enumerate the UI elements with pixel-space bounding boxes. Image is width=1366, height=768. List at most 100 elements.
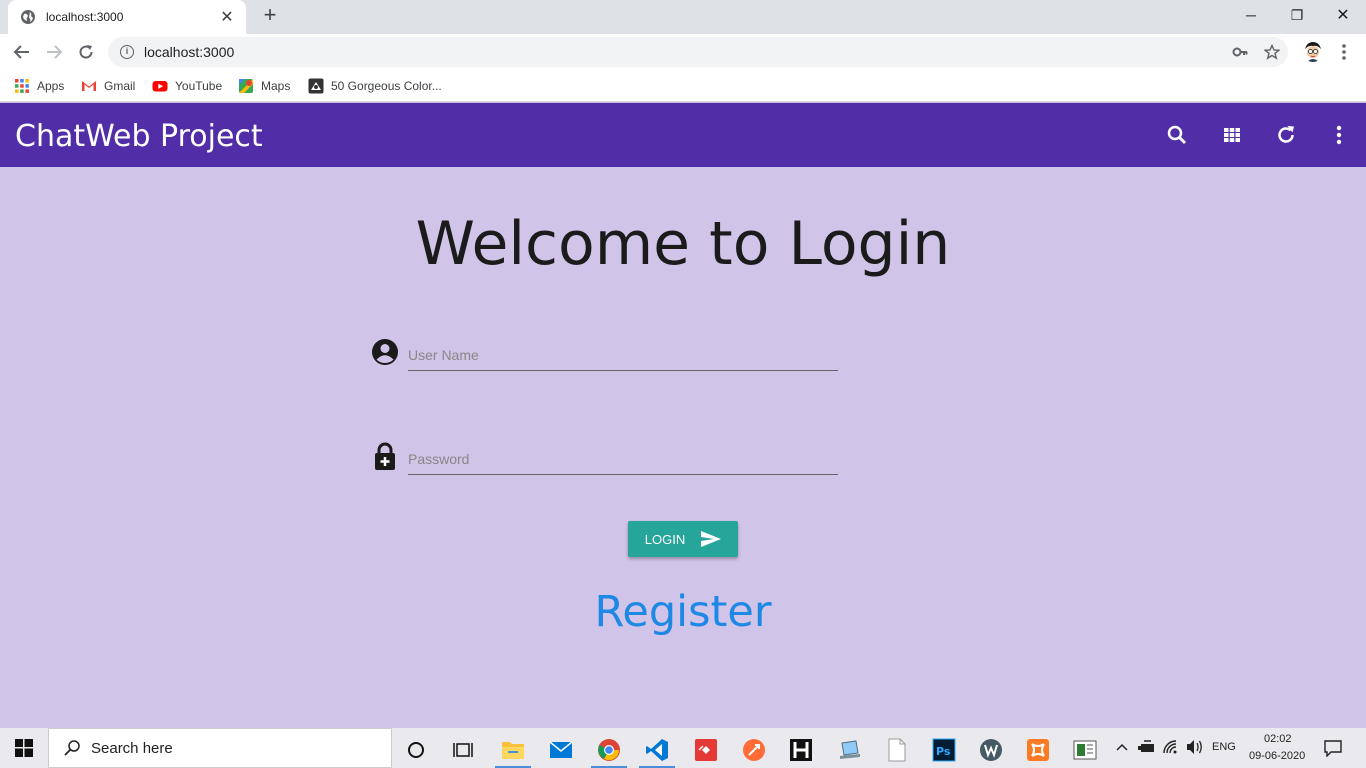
arrow-right-icon bbox=[47, 45, 63, 59]
taskbar-search[interactable]: Search here bbox=[48, 728, 392, 768]
minimize-button[interactable]: ─ bbox=[1228, 0, 1274, 30]
folder-icon bbox=[502, 742, 524, 759]
bookmarks-bar: Apps Gmail YouTube Maps 50 Gorgeous Colo… bbox=[0, 70, 1366, 102]
info-icon[interactable]: i bbox=[120, 45, 134, 59]
bookmark-label: Apps bbox=[37, 79, 65, 93]
maps-icon bbox=[239, 79, 253, 93]
taskbar-xampp[interactable] bbox=[1018, 732, 1058, 768]
bookmark-gmail[interactable]: Gmail bbox=[81, 77, 135, 95]
app-title[interactable]: ChatWeb Project bbox=[15, 119, 263, 154]
key-icon[interactable] bbox=[1232, 44, 1248, 60]
start-button[interactable] bbox=[0, 728, 48, 768]
site-icon bbox=[308, 78, 324, 94]
h-app-icon bbox=[790, 739, 812, 761]
wifi-icon[interactable] bbox=[1162, 739, 1180, 755]
forward-button[interactable] bbox=[42, 40, 66, 64]
app-bar: ChatWeb Project bbox=[0, 103, 1366, 167]
back-button[interactable] bbox=[10, 40, 34, 64]
bookmark-label: Maps bbox=[261, 79, 291, 93]
account-circle-icon bbox=[372, 339, 398, 365]
browser-tab-strip: localhost:3000 ✕ + ─ ❐ ✕ bbox=[0, 0, 1366, 34]
reload-button[interactable] bbox=[74, 40, 98, 64]
taskbar-chrome[interactable] bbox=[589, 732, 629, 768]
gmail-icon bbox=[82, 81, 96, 91]
vscode-icon bbox=[646, 739, 668, 761]
browser-toolbar: i localhost:3000 bbox=[0, 34, 1366, 70]
browser-tab[interactable]: localhost:3000 ✕ bbox=[8, 0, 246, 34]
cortana-icon bbox=[408, 742, 424, 758]
spreadsheet-icon bbox=[1073, 740, 1097, 760]
chrome-icon bbox=[598, 739, 620, 761]
task-view-icon bbox=[453, 743, 473, 757]
taskbar-mail[interactable] bbox=[541, 732, 581, 768]
taskbar-w-app[interactable] bbox=[971, 732, 1011, 768]
register-link[interactable]: Register bbox=[594, 587, 771, 637]
chevron-up-icon[interactable] bbox=[1116, 742, 1128, 752]
bookmark-maps[interactable]: Maps bbox=[238, 77, 290, 95]
language-indicator[interactable]: ENG bbox=[1212, 741, 1236, 753]
laptop-icon bbox=[840, 740, 860, 759]
url-text: localhost:3000 bbox=[144, 44, 235, 60]
login-button-label: LOGIN bbox=[644, 531, 686, 547]
search-icon[interactable] bbox=[1165, 123, 1189, 147]
bookmark-label: 50 Gorgeous Color... bbox=[331, 79, 442, 93]
password-field bbox=[370, 435, 840, 485]
tab-title: localhost:3000 bbox=[46, 10, 124, 24]
bookmark-youtube[interactable]: YouTube bbox=[152, 77, 222, 95]
postman-icon bbox=[743, 739, 765, 761]
taskbar-sheet-app[interactable] bbox=[1065, 732, 1105, 768]
cortana-button[interactable] bbox=[396, 732, 436, 768]
profile-avatar-icon[interactable] bbox=[1302, 40, 1324, 62]
apps-grid-icon bbox=[15, 79, 29, 93]
username-field bbox=[370, 331, 840, 381]
bookmark-apps[interactable]: Apps bbox=[14, 77, 64, 95]
svg-text:Ps: Ps bbox=[936, 745, 951, 758]
mail-icon bbox=[549, 741, 573, 758]
more-vert-icon[interactable] bbox=[1327, 123, 1351, 147]
volume-icon[interactable] bbox=[1186, 739, 1204, 755]
clock-date[interactable]: 09-06-2020 bbox=[1249, 750, 1305, 762]
password-input[interactable] bbox=[408, 435, 838, 475]
notification-icon[interactable] bbox=[1324, 739, 1342, 757]
taskbar-vscode[interactable] bbox=[637, 732, 677, 768]
bookmark-site[interactable]: 50 Gorgeous Color... bbox=[308, 77, 442, 95]
login-page: Welcome to Login LOGIN Register bbox=[0, 167, 1366, 728]
restore-button[interactable]: ❐ bbox=[1274, 0, 1320, 30]
taskbar-laptop[interactable] bbox=[830, 732, 870, 768]
xampp-icon bbox=[1027, 739, 1049, 761]
apps-grid-icon[interactable] bbox=[1220, 123, 1244, 147]
username-input[interactable] bbox=[408, 331, 838, 371]
register-container: Register bbox=[0, 587, 1366, 637]
taskbar-postman[interactable] bbox=[734, 732, 774, 768]
close-window-button[interactable]: ✕ bbox=[1320, 0, 1366, 30]
star-icon[interactable] bbox=[1264, 44, 1280, 60]
windows-taskbar: Search here Ps ENG 02:02 09-06-2020 bbox=[0, 728, 1366, 768]
battery-icon[interactable] bbox=[1138, 740, 1156, 754]
taskbar-git[interactable] bbox=[686, 732, 726, 768]
search-icon bbox=[64, 740, 80, 756]
login-button[interactable]: LOGIN bbox=[628, 521, 738, 557]
taskbar-h-app[interactable] bbox=[781, 732, 821, 768]
file-icon bbox=[888, 738, 906, 762]
youtube-icon bbox=[152, 81, 168, 92]
taskbar-file-explorer[interactable] bbox=[493, 732, 533, 768]
taskbar-photoshop[interactable]: Ps bbox=[924, 732, 964, 768]
windows-logo-icon bbox=[15, 739, 33, 757]
address-bar[interactable]: i localhost:3000 bbox=[108, 37, 1288, 67]
page-title: Welcome to Login bbox=[415, 209, 951, 279]
bookmark-label: Gmail bbox=[104, 79, 136, 93]
taskbar-blank-file[interactable] bbox=[877, 732, 917, 768]
bookmark-label: YouTube bbox=[175, 79, 223, 93]
git-icon bbox=[695, 739, 717, 761]
task-view-button[interactable] bbox=[443, 732, 483, 768]
reload-icon bbox=[79, 45, 93, 59]
globe-icon bbox=[21, 10, 35, 24]
new-tab-button[interactable]: + bbox=[258, 4, 282, 28]
photoshop-icon: Ps bbox=[932, 738, 956, 762]
refresh-icon[interactable] bbox=[1274, 123, 1298, 147]
chrome-menu-icon[interactable] bbox=[1336, 42, 1352, 62]
w-app-icon bbox=[980, 739, 1002, 761]
tab-close-icon[interactable]: ✕ bbox=[218, 7, 236, 27]
clock-time[interactable]: 02:02 bbox=[1264, 733, 1292, 745]
send-icon bbox=[701, 531, 722, 547]
